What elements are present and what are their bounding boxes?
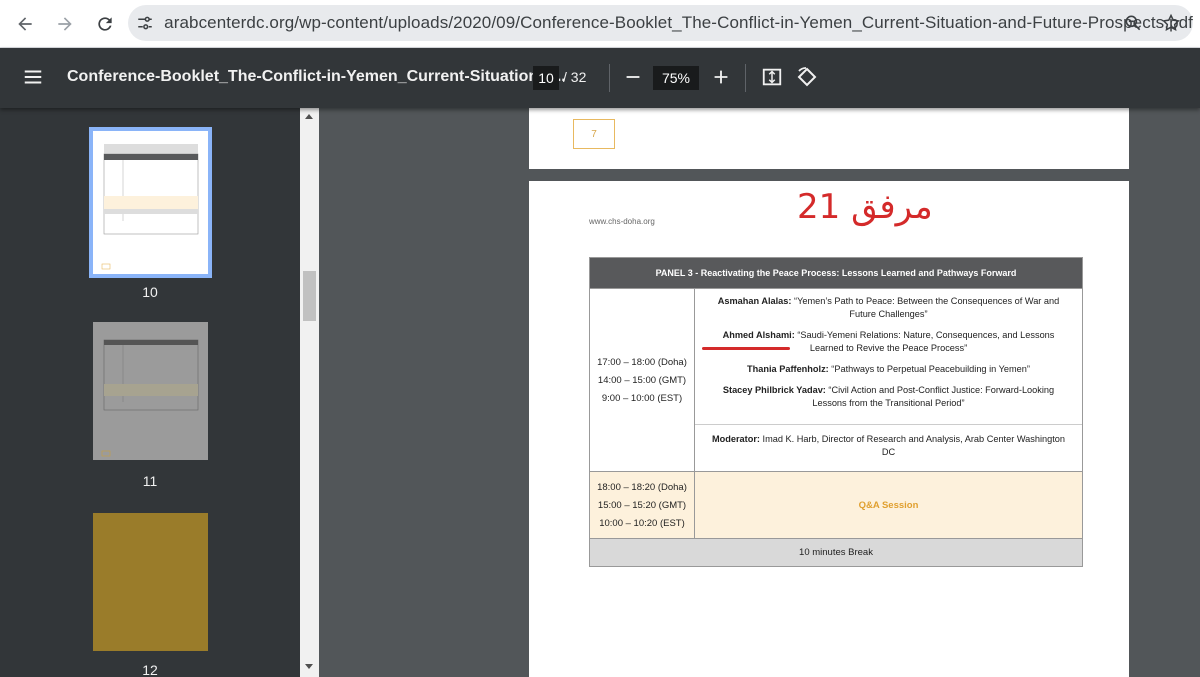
- talks-cell: Asmahan Alalas: “Yemen’s Path to Peace: …: [695, 289, 1082, 471]
- moderator-item: Moderator: Imad K. Harb, Director of Res…: [695, 433, 1082, 459]
- rotate-icon[interactable]: [795, 65, 819, 89]
- thumbnail-sidebar: 10 11 12: [0, 108, 300, 677]
- thumbnail-label: 11: [142, 473, 158, 489]
- talk-item: Ahmed Alshami: “Saudi-Yemeni Relations: …: [695, 329, 1082, 355]
- panel-title: PANEL 3 - Reactivating the Peace Process…: [590, 258, 1082, 288]
- page-total: / 32: [563, 69, 587, 85]
- pdf-toolbar: Conference-Booklet_The-Conflict-in-Yemen…: [0, 48, 1200, 108]
- red-underline-annotation: [702, 347, 790, 350]
- talk-item: Thania Paffenholz: “Pathways to Perpetua…: [695, 363, 1082, 376]
- previous-page: 7: [529, 108, 1129, 169]
- zoom-in-button[interactable]: [710, 66, 732, 88]
- reload-button[interactable]: [88, 7, 122, 41]
- browser-toolbar: arabcenterdc.org/wp-content/uploads/2020…: [0, 0, 1200, 48]
- break-row: 10 minutes Break: [590, 538, 1082, 566]
- bookmark-star-icon[interactable]: [1159, 11, 1183, 35]
- toolbar-divider: [609, 64, 610, 92]
- pdf-viewer: 7 www.chs-doha.org مرفق 21 PANEL 3 - Rea…: [319, 108, 1200, 677]
- page-number-box: 7: [573, 119, 615, 149]
- talk-title: “Civil Action and Post-Conflict Justice:…: [812, 385, 1055, 408]
- arrow-right-icon: [58, 16, 72, 31]
- scroll-down-arrow[interactable]: [305, 664, 313, 669]
- talk-title: “Pathways to Perpetual Peacebuilding in …: [828, 364, 1030, 374]
- site-url: www.chs-doha.org: [589, 217, 655, 226]
- time-gmt: 14:00 – 15:00 (GMT): [597, 374, 687, 386]
- time-cell: 17:00 – 18:00 (Doha) 14:00 – 15:00 (GMT)…: [590, 289, 695, 471]
- talk-title: “Saudi-Yemeni Relations: Nature, Consequ…: [794, 330, 1055, 353]
- thumbnail-page-12[interactable]: [93, 513, 208, 651]
- annotation-text: مرفق 21: [797, 187, 933, 227]
- thumbnail-page-11[interactable]: [93, 322, 208, 460]
- toolbar-divider: [745, 64, 746, 92]
- qa-time-est: 10:00 – 10:20 (EST): [599, 517, 685, 529]
- qa-time-gmt: 15:00 – 15:20 (GMT): [597, 499, 687, 511]
- fit-page-icon[interactable]: [761, 66, 783, 88]
- zoom-input[interactable]: 75%: [653, 66, 699, 90]
- document-title: Conference-Booklet_The-Conflict-in-Yemen…: [67, 68, 566, 85]
- speaker-name: Stacey Philbrick Yadav:: [722, 385, 826, 395]
- current-page: www.chs-doha.org مرفق 21 PANEL 3 - React…: [529, 181, 1129, 677]
- speaker-name: Thania Paffenholz:: [747, 364, 829, 374]
- scroll-up-arrow[interactable]: [305, 114, 313, 119]
- thumbnail-label: 10: [142, 284, 158, 300]
- arrow-left-icon: [18, 16, 32, 31]
- qa-time-doha: 18:00 – 18:20 (Doha): [597, 481, 687, 493]
- page-number-input[interactable]: 10: [533, 66, 559, 90]
- page-thumbnail-image: [101, 144, 199, 270]
- moderator-text: Imad K. Harb, Director of Research and A…: [759, 434, 1065, 457]
- schedule-table: PANEL 3 - Reactivating the Peace Process…: [589, 257, 1083, 567]
- moderator-section: Moderator: Imad K. Harb, Director of Res…: [695, 424, 1082, 459]
- time-est: 9:00 – 10:00 (EST): [601, 392, 683, 404]
- site-info-icon[interactable]: [134, 10, 156, 36]
- speaker-name: Asmahan Alalas:: [717, 296, 792, 306]
- thumbnail-page-10[interactable]: [89, 127, 212, 278]
- address-bar[interactable]: arabcenterdc.org/wp-content/uploads/2020…: [128, 5, 1193, 41]
- zoom-out-button[interactable]: [622, 66, 644, 88]
- menu-icon[interactable]: [22, 66, 44, 88]
- sidebar-scrollbar[interactable]: [300, 108, 319, 677]
- back-button[interactable]: [8, 7, 42, 41]
- time-cell: 18:00 – 18:20 (Doha) 15:00 – 15:20 (GMT)…: [590, 472, 695, 538]
- forward-button[interactable]: [48, 7, 82, 41]
- qa-label: Q&A Session: [858, 499, 919, 511]
- qa-row: 18:00 – 18:20 (Doha) 15:00 – 15:20 (GMT)…: [590, 471, 1082, 538]
- page-thumbnail-image: [101, 339, 199, 457]
- speaker-name: Ahmed Alshami:: [722, 330, 795, 340]
- talk-item: Asmahan Alalas: “Yemen’s Path to Peace: …: [695, 295, 1082, 321]
- talk-item: Stacey Philbrick Yadav: “Civil Action an…: [695, 384, 1082, 410]
- zoom-icon[interactable]: [1121, 11, 1145, 35]
- talk-title: “Yemen’s Path to Peace: Between the Cons…: [791, 296, 1060, 319]
- url-text[interactable]: arabcenterdc.org/wp-content/uploads/2020…: [164, 13, 1193, 33]
- thumbnail-label: 12: [142, 662, 158, 677]
- scrollbar-thumb[interactable]: [303, 271, 316, 321]
- time-doha: 17:00 – 18:00 (Doha): [597, 356, 687, 368]
- reload-icon: [98, 16, 112, 31]
- table-row: 17:00 – 18:00 (Doha) 14:00 – 15:00 (GMT)…: [590, 288, 1082, 471]
- moderator-label: Moderator:: [711, 434, 760, 444]
